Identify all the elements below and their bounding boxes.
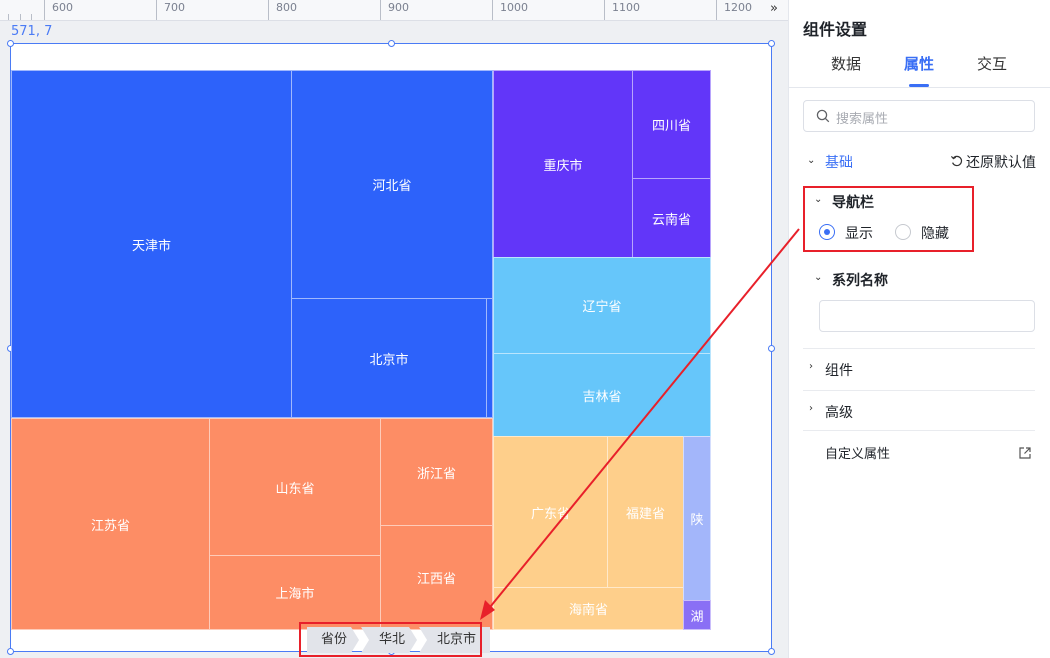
section-basic[interactable]: 基础 [825,152,853,172]
ruler-label: 600 [52,1,73,14]
section-advanced[interactable]: 高级 [825,402,853,422]
divider [803,430,1035,431]
divider [803,348,1035,349]
chevron-down-icon[interactable]: ⌄ [814,272,822,283]
position-readout: 571, 7 [11,24,53,39]
navbar-highlight-box [803,186,974,252]
resize-handle[interactable] [7,40,14,47]
resize-handle[interactable] [768,40,775,47]
treemap-cell-beijing[interactable]: 北京市 [291,298,487,418]
series-name-label: 系列名称 [832,273,888,289]
treemap-cell-jiangxi[interactable]: 江西省 [380,525,493,630]
reset-defaults-button[interactable]: 还原默认值 [966,152,1036,172]
collapse-panel-icon[interactable]: » [764,0,784,20]
resize-handle[interactable] [768,648,775,655]
property-search-input[interactable]: 搜索属性 [803,100,1035,132]
chevron-down-icon[interactable]: ⌄ [807,155,815,166]
treemap-cell-tianjin[interactable]: 天津市 [11,70,292,418]
treemap-cell-shandong[interactable]: 山东省 [209,418,381,556]
ruler-label: 1000 [500,1,528,14]
tab-divider [789,87,1050,88]
external-link-icon[interactable] [1018,446,1032,460]
canvas-area[interactable]: 600 700 800 900 1000 1100 1200 » 571, 7 … [0,0,788,658]
treemap-cell-chongqing[interactable]: 重庆市 [493,70,633,258]
panel-title: 组件设置 [803,20,868,39]
resize-handle[interactable] [768,345,775,352]
ruler-label: 700 [164,1,185,14]
tab-data[interactable]: 数据 [831,53,861,74]
resize-handle[interactable] [388,40,395,47]
treemap-cell-shanghai[interactable]: 上海市 [209,555,381,630]
ruler-label: 800 [276,1,297,14]
resize-handle[interactable] [7,648,14,655]
ruler-label: 1100 [612,1,640,14]
treemap-cell-jilin[interactable]: 吉林省 [493,353,711,437]
tab-properties[interactable]: 属性 [904,53,934,74]
chevron-right-icon[interactable]: › [809,361,813,372]
horizontal-ruler: 600 700 800 900 1000 1100 1200 » [0,0,788,21]
ruler-label: 900 [388,1,409,14]
treemap-cell-hebei[interactable]: 河北省 [291,70,493,299]
settings-panel: 组件设置 数据 属性 交互 搜索属性 ⌄ 基础 还原默认值 ⌄ 导航栏 显示 隐… [788,0,1050,658]
search-icon [816,109,830,123]
reset-icon[interactable] [950,154,964,168]
treemap-cell-shaanxi[interactable]: 陕 [683,436,711,601]
ruler-label: 1200 [724,1,752,14]
treemap-cell-hainan[interactable]: 海南省 [493,587,684,630]
treemap-cell-liaoning[interactable]: 辽宁省 [493,257,711,354]
treemap-cell-fujian[interactable]: 福建省 [607,436,684,588]
treemap-cell-sichuan[interactable]: 四川省 [632,70,711,179]
chevron-right-icon[interactable]: › [809,403,813,414]
treemap-cell-guangdong[interactable]: 广东省 [493,436,608,588]
treemap-cell-hu[interactable]: 湖 [683,600,711,630]
series-name-input[interactable] [819,300,1035,332]
search-placeholder: 搜索属性 [836,112,889,127]
section-component[interactable]: 组件 [825,360,853,380]
custom-properties-label: 自定义属性 [825,447,891,462]
treemap-cell-small[interactable] [486,298,493,418]
divider [803,390,1035,391]
breadcrumb-highlight-box [299,622,482,657]
treemap-cell-zhejiang[interactable]: 浙江省 [380,418,493,526]
treemap-cell-yunnan[interactable]: 云南省 [632,178,711,258]
treemap-cell-jiangsu[interactable]: 江苏省 [11,418,210,630]
tab-interaction[interactable]: 交互 [977,53,1007,74]
